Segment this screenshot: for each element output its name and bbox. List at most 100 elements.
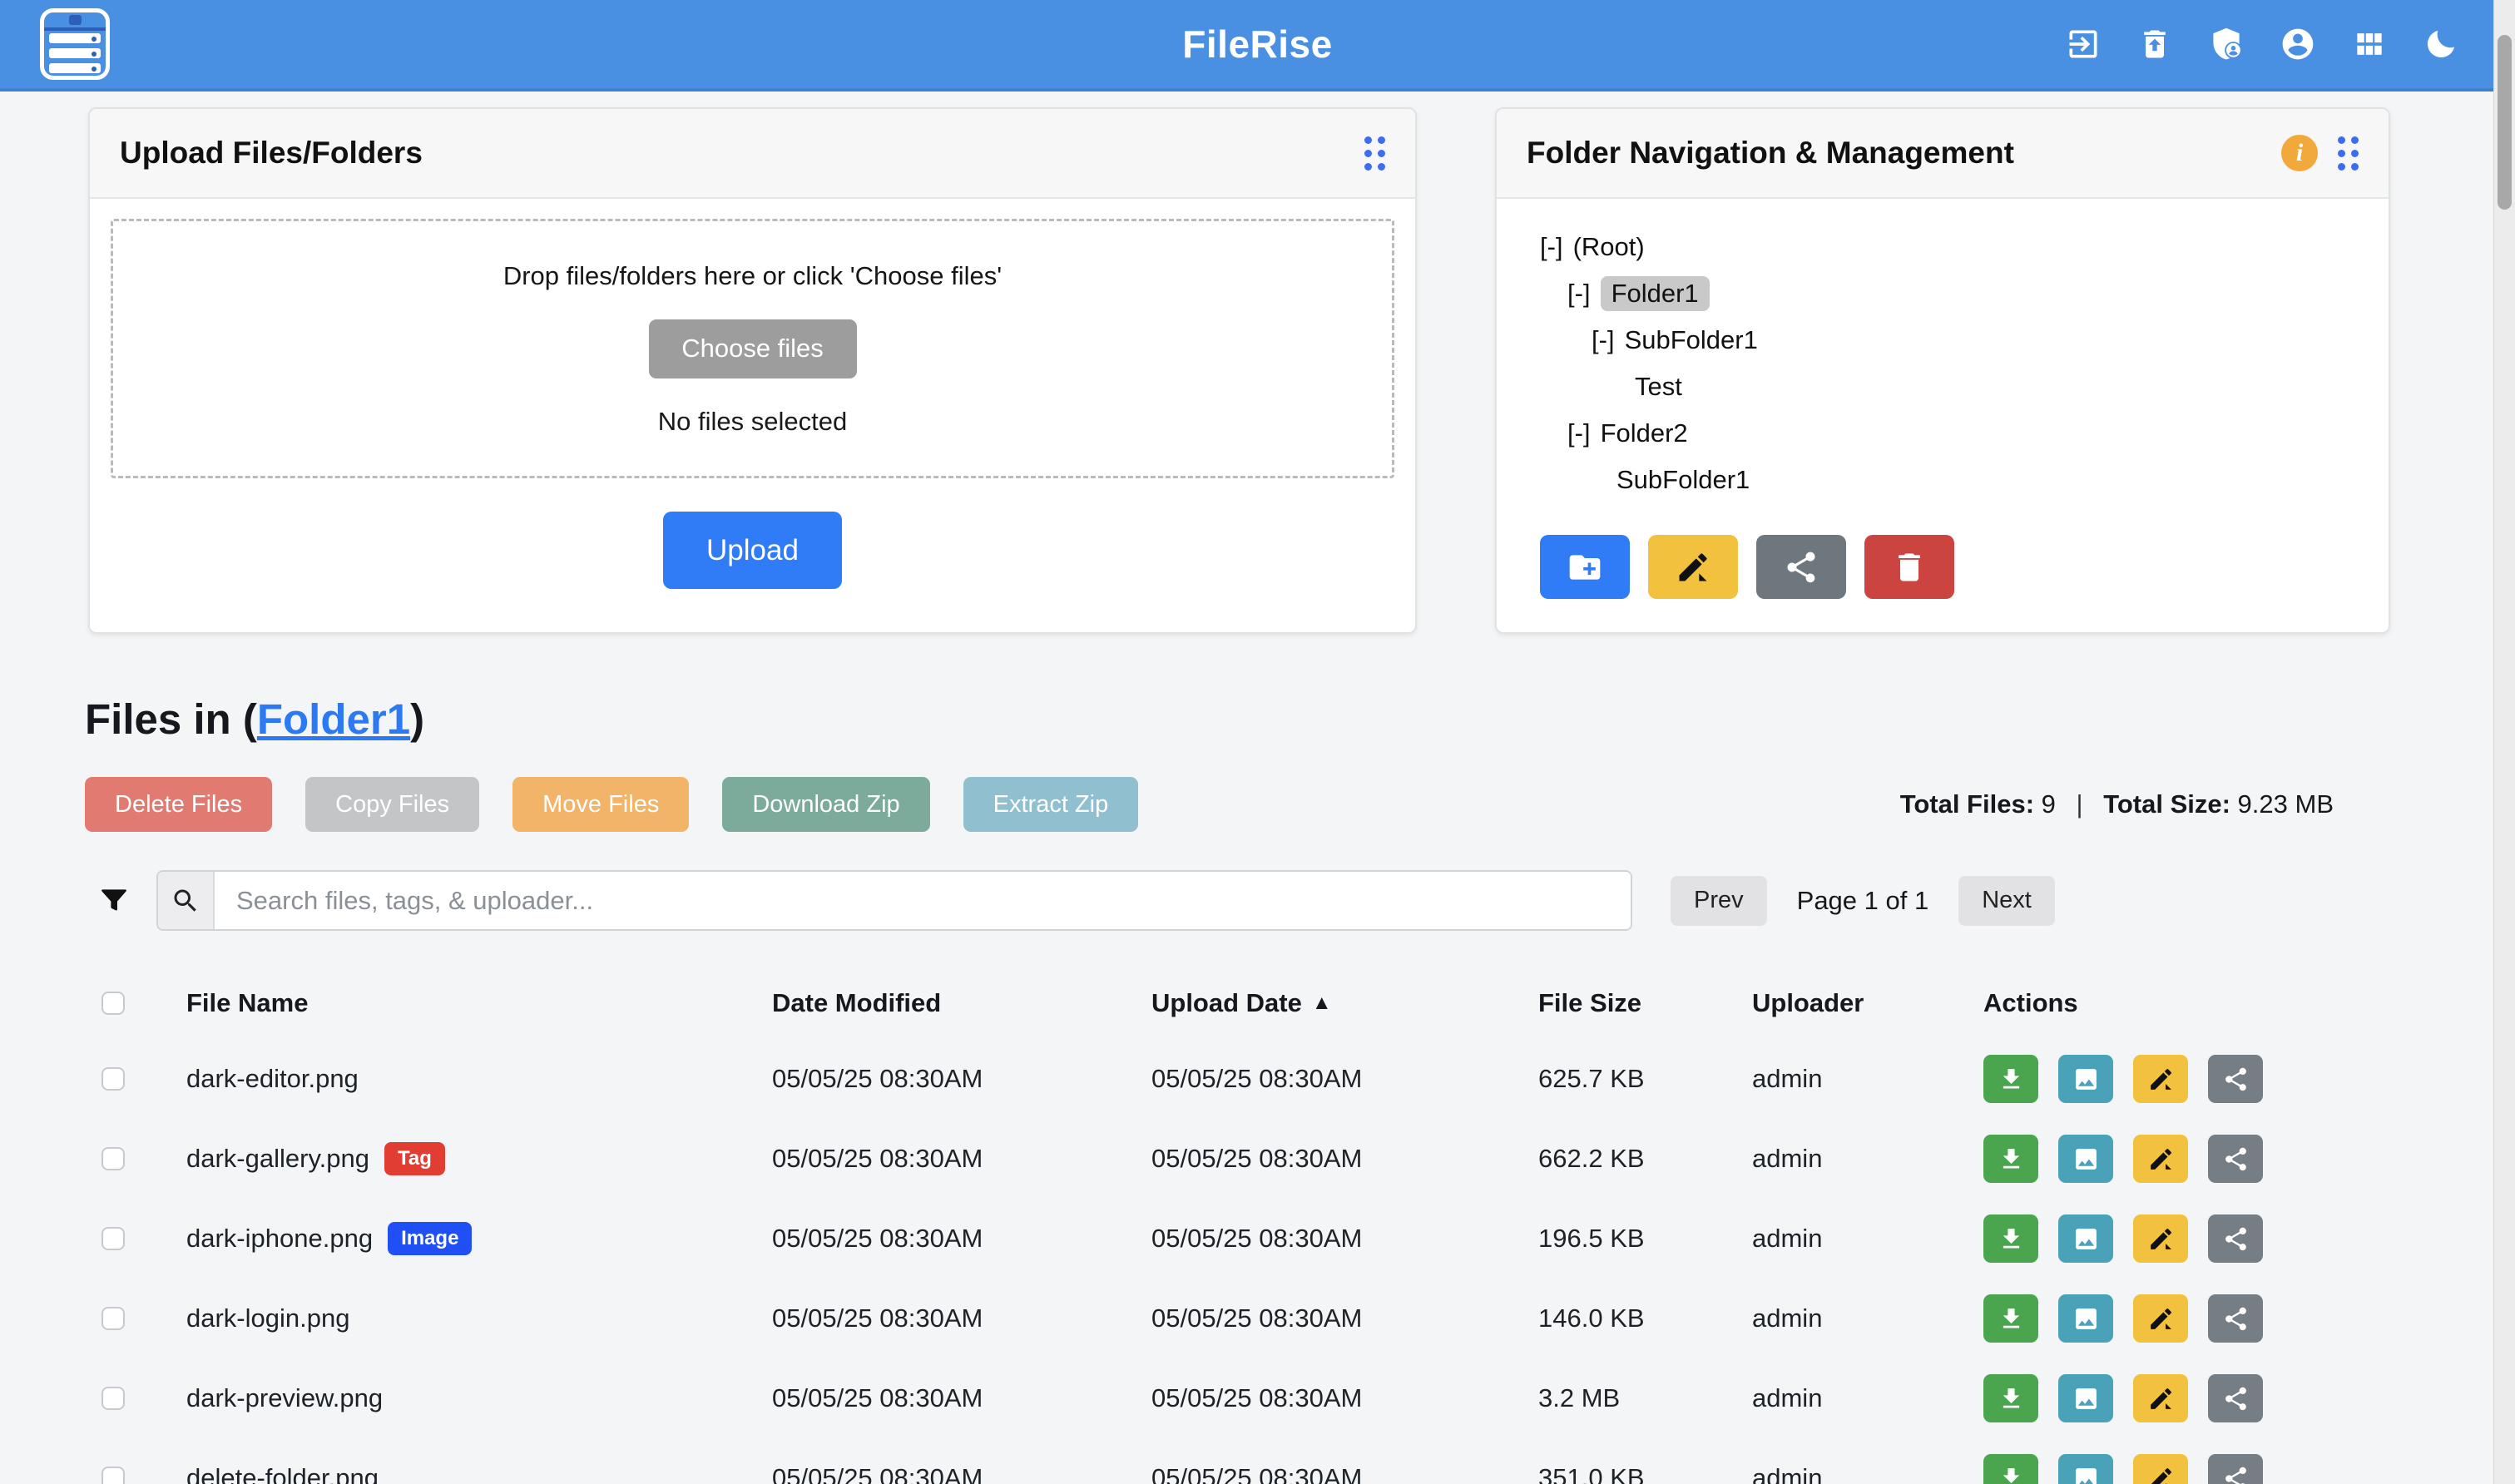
- user-profile-icon[interactable]: [2279, 25, 2317, 63]
- preview-file-button[interactable]: [2058, 1294, 2113, 1343]
- rename-file-button[interactable]: [2133, 1294, 2188, 1343]
- date-modified: 05/05/25 08:30AM: [772, 1303, 1151, 1333]
- file-name[interactable]: dark-login.png: [186, 1303, 349, 1333]
- download-file-button[interactable]: [1983, 1214, 2038, 1263]
- file-name[interactable]: dark-preview.png: [186, 1383, 383, 1413]
- preview-file-button[interactable]: [2058, 1374, 2113, 1422]
- tree-item-test[interactable]: Test: [1540, 364, 2389, 410]
- info-icon[interactable]: i: [2281, 135, 2318, 171]
- share-folder-button[interactable]: [1756, 535, 1846, 599]
- column-file-size[interactable]: File Size: [1538, 988, 1752, 1018]
- share-file-button[interactable]: [2208, 1135, 2263, 1183]
- move-files-button[interactable]: Move Files: [512, 777, 689, 832]
- rename-file-button[interactable]: [2133, 1055, 2188, 1103]
- grid-view-icon[interactable]: [2350, 25, 2389, 63]
- tree-item-root[interactable]: [-] (Root): [1540, 224, 2389, 270]
- dropzone-text: Drop files/folders here or click 'Choose…: [503, 261, 1002, 291]
- select-all-checkbox[interactable]: [101, 992, 125, 1015]
- create-folder-button[interactable]: [1540, 535, 1630, 599]
- preview-file-button[interactable]: [2058, 1454, 2113, 1484]
- tree-item-subfolder1[interactable]: [-] SubFolder1: [1540, 317, 2389, 364]
- rename-file-button[interactable]: [2133, 1374, 2188, 1422]
- file-name[interactable]: dark-iphone.png: [186, 1224, 373, 1254]
- drag-handle-icon[interactable]: [2338, 136, 2359, 171]
- share-file-button[interactable]: [2208, 1055, 2263, 1103]
- folder-card-title: Folder Navigation & Management: [1527, 136, 2014, 171]
- scrollbar-thumb[interactable]: [2498, 35, 2512, 210]
- row-checkbox[interactable]: [101, 1387, 125, 1410]
- tree-toggle[interactable]: [-]: [1540, 232, 1563, 262]
- table-row: dark-gallery.pngTag 05/05/25 08:30AM 05/…: [88, 1119, 2382, 1199]
- file-name[interactable]: delete-folder.png: [186, 1463, 379, 1484]
- column-file-name[interactable]: File Name: [186, 988, 772, 1018]
- drag-handle-icon[interactable]: [1364, 136, 1385, 171]
- file-name[interactable]: dark-editor.png: [186, 1064, 359, 1094]
- tree-label[interactable]: SubFolder1: [1616, 465, 1750, 495]
- files-heading: Files in (Folder1): [85, 695, 2515, 744]
- copy-files-button[interactable]: Copy Files: [305, 777, 479, 832]
- share-file-button[interactable]: [2208, 1214, 2263, 1263]
- top-bar: FileRise: [0, 0, 2515, 92]
- column-date-modified[interactable]: Date Modified: [772, 988, 1151, 1018]
- scrollbar[interactable]: [2493, 0, 2515, 1484]
- delete-folder-button[interactable]: [1864, 535, 1954, 599]
- tree-toggle[interactable]: [-]: [1592, 325, 1615, 355]
- no-files-text: No files selected: [658, 407, 847, 437]
- download-file-button[interactable]: [1983, 1055, 2038, 1103]
- share-file-button[interactable]: [2208, 1294, 2263, 1343]
- filter-icon[interactable]: [98, 883, 131, 919]
- delete-files-button[interactable]: Delete Files: [85, 777, 272, 832]
- preview-file-button[interactable]: [2058, 1135, 2113, 1183]
- row-checkbox[interactable]: [101, 1067, 125, 1091]
- dark-mode-icon[interactable]: [2422, 25, 2460, 63]
- tag-badge[interactable]: Tag: [384, 1142, 445, 1175]
- tree-item-folder1[interactable]: [-] Folder1: [1540, 270, 2389, 317]
- preview-file-button[interactable]: [2058, 1055, 2113, 1103]
- column-uploader[interactable]: Uploader: [1752, 988, 1983, 1018]
- upload-card-body: Drop files/folders here or click 'Choose…: [90, 199, 1415, 609]
- download-file-button[interactable]: [1983, 1135, 2038, 1183]
- file-size: 146.0 KB: [1538, 1303, 1752, 1333]
- current-folder-link[interactable]: Folder1: [257, 695, 410, 743]
- tree-toggle[interactable]: [-]: [1567, 418, 1591, 448]
- next-page-button[interactable]: Next: [1958, 876, 2055, 926]
- file-size: 351.0 KB: [1538, 1463, 1752, 1484]
- tree-item-subfolder1-2[interactable]: SubFolder1: [1540, 457, 2389, 503]
- trash-restore-icon[interactable]: [2136, 25, 2174, 63]
- share-file-button[interactable]: [2208, 1374, 2263, 1422]
- tree-label[interactable]: Test: [1635, 372, 1682, 402]
- sign-in-icon[interactable]: [2064, 25, 2102, 63]
- row-checkbox[interactable]: [101, 1147, 125, 1170]
- tree-label[interactable]: Folder2: [1601, 418, 1688, 448]
- image-badge[interactable]: Image: [388, 1222, 472, 1255]
- extract-zip-button[interactable]: Extract Zip: [963, 777, 1139, 832]
- upload-dropzone[interactable]: Drop files/folders here or click 'Choose…: [111, 219, 1394, 478]
- tree-label[interactable]: (Root): [1573, 232, 1645, 262]
- search-input[interactable]: [215, 872, 1631, 929]
- rename-file-button[interactable]: [2133, 1214, 2188, 1263]
- column-upload-date[interactable]: Upload Date▲: [1151, 988, 1538, 1018]
- share-file-button[interactable]: [2208, 1454, 2263, 1484]
- file-name[interactable]: dark-gallery.png: [186, 1144, 369, 1174]
- row-checkbox[interactable]: [101, 1307, 125, 1330]
- upload-button[interactable]: Upload: [663, 512, 842, 589]
- download-file-button[interactable]: [1983, 1374, 2038, 1422]
- admin-panel-icon[interactable]: [2207, 25, 2245, 63]
- tree-label[interactable]: SubFolder1: [1625, 325, 1758, 355]
- download-file-button[interactable]: [1983, 1294, 2038, 1343]
- download-file-button[interactable]: [1983, 1454, 2038, 1484]
- row-checkbox[interactable]: [101, 1467, 125, 1484]
- tree-label-selected[interactable]: Folder1: [1601, 276, 1710, 311]
- tree-toggle[interactable]: [-]: [1567, 279, 1591, 309]
- topbar-icon-group: [2064, 25, 2460, 63]
- choose-files-button[interactable]: Choose files: [649, 319, 857, 378]
- prev-page-button[interactable]: Prev: [1671, 876, 1767, 926]
- preview-file-button[interactable]: [2058, 1214, 2113, 1263]
- rename-file-button[interactable]: [2133, 1454, 2188, 1484]
- date-modified: 05/05/25 08:30AM: [772, 1224, 1151, 1254]
- tree-item-folder2[interactable]: [-] Folder2: [1540, 410, 2389, 457]
- download-zip-button[interactable]: Download Zip: [722, 777, 929, 832]
- rename-folder-button[interactable]: [1648, 535, 1738, 599]
- row-checkbox[interactable]: [101, 1227, 125, 1250]
- rename-file-button[interactable]: [2133, 1135, 2188, 1183]
